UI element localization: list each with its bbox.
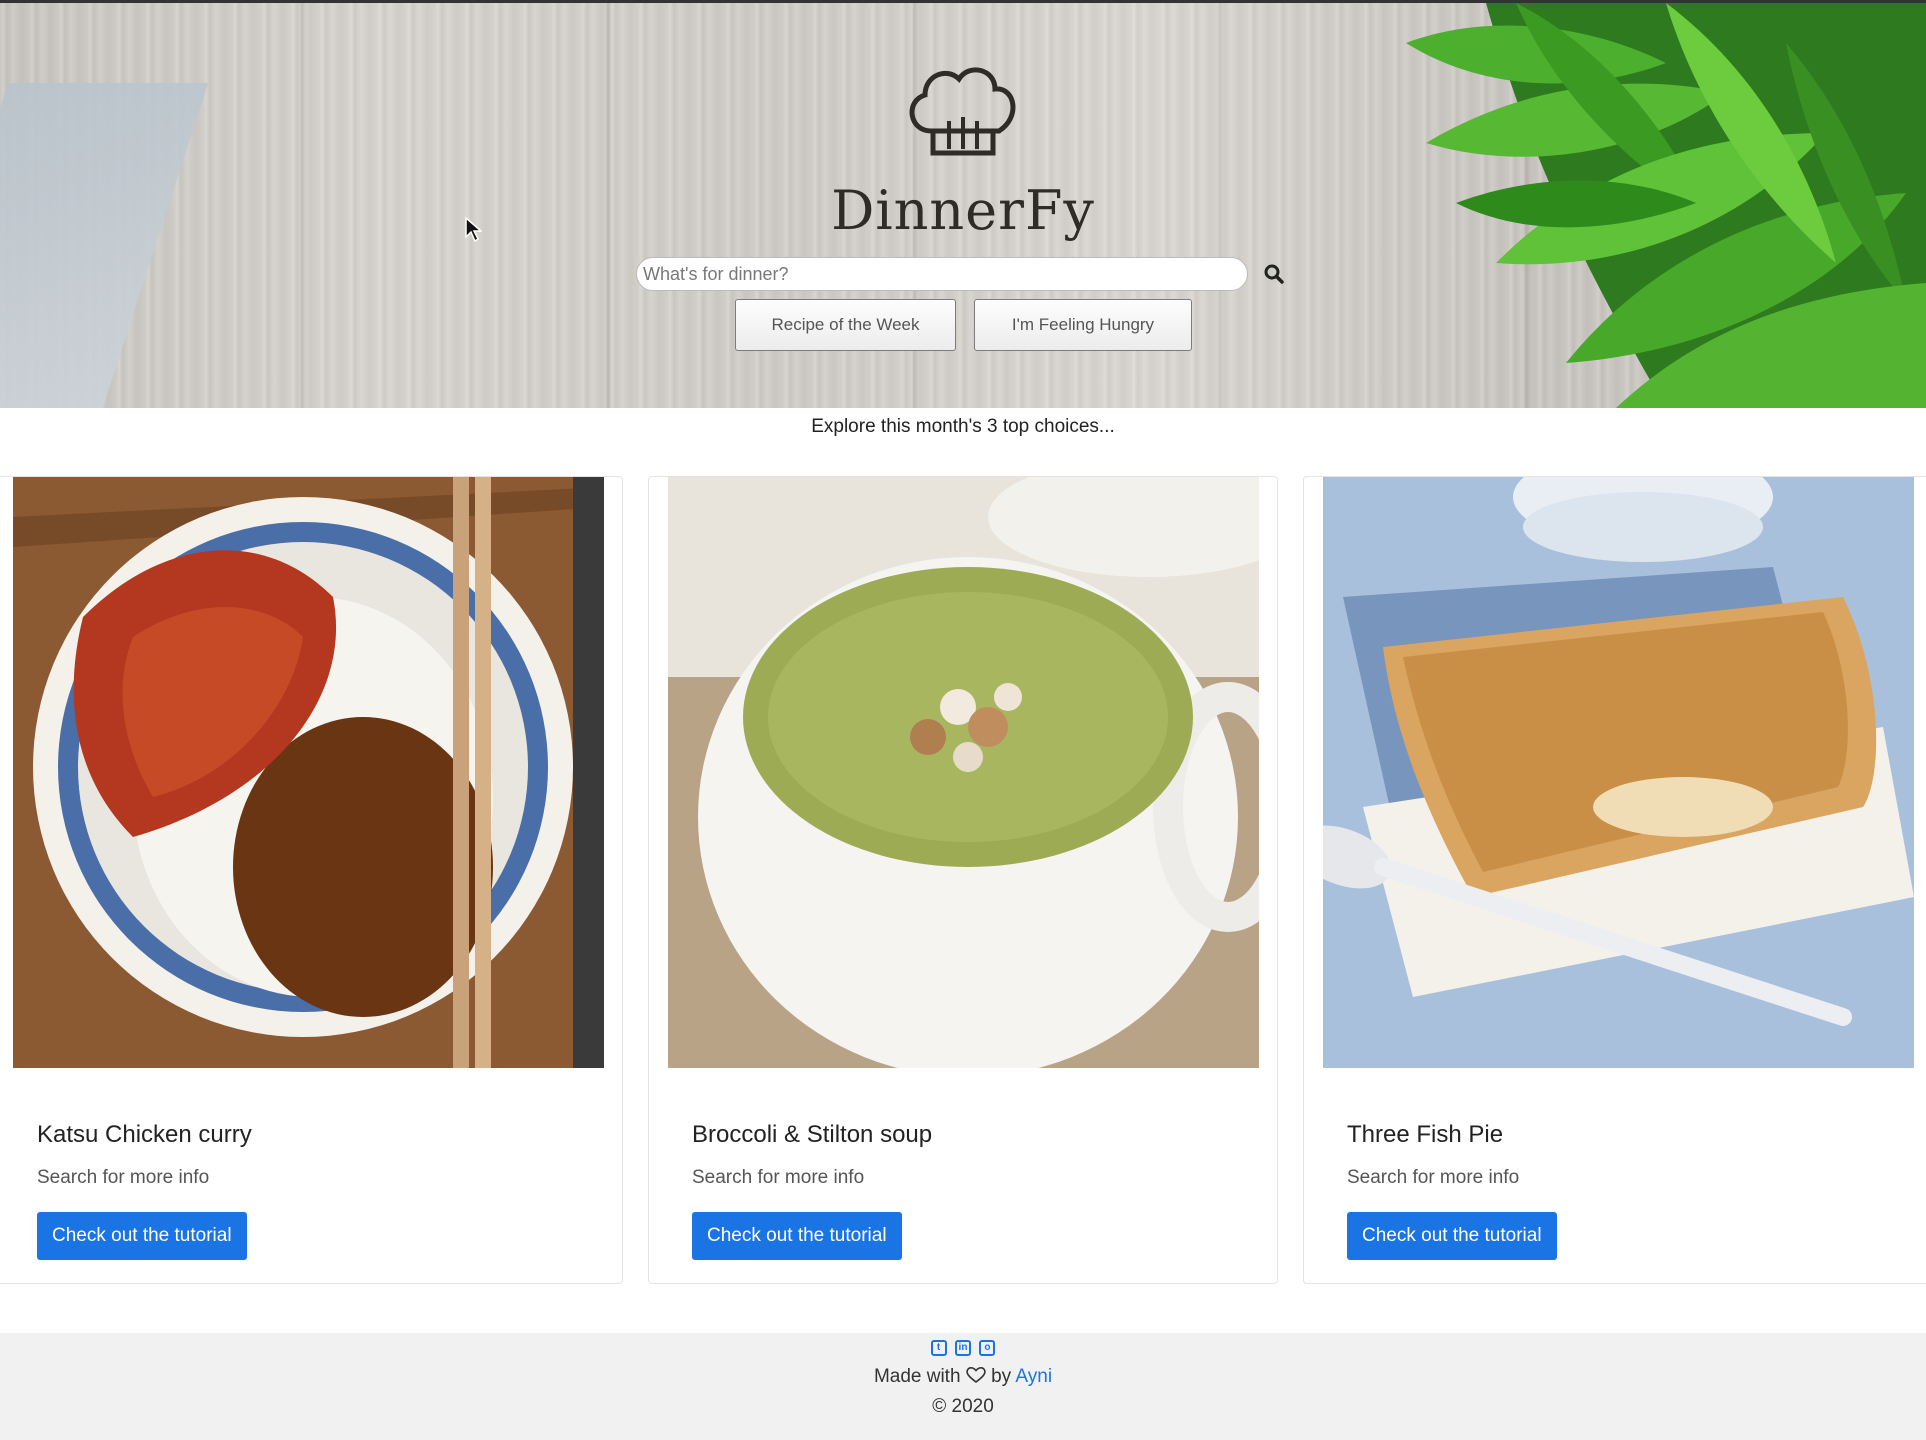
recipe-card: Three Fish Pie Search for more info Chec… — [1303, 476, 1926, 1284]
tutorial-button[interactable]: Check out the tutorial — [692, 1212, 902, 1260]
tutorial-button[interactable]: Check out the tutorial — [37, 1212, 247, 1260]
by-text: by — [991, 1366, 1012, 1387]
card-text: Search for more info — [37, 1167, 210, 1188]
feeling-hungry-button[interactable]: I'm Feeling Hungry — [974, 299, 1192, 351]
hero-banner: DinnerFy Recipe of the Week I'm Feeling … — [0, 0, 1926, 408]
recipe-card: Katsu Chicken curry Search for more info… — [0, 476, 623, 1284]
made-with-line: Made with by Ayni — [0, 1366, 1926, 1388]
fish-pie-image[interactable] — [1323, 477, 1914, 1068]
hero-decoration — [0, 83, 209, 408]
github-icon[interactable]: o — [979, 1339, 996, 1356]
card-title: Broccoli & Stilton soup — [692, 1121, 933, 1148]
brand-title: DinnerFy — [831, 179, 1095, 242]
search-icon[interactable] — [1263, 263, 1285, 285]
heart-icon — [966, 1367, 986, 1384]
card-text: Search for more info — [1347, 1167, 1520, 1188]
search-input[interactable] — [636, 257, 1248, 291]
tutorial-button[interactable]: Check out the tutorial — [1347, 1212, 1557, 1260]
made-with-text: Made with — [873, 1366, 961, 1387]
twitter-icon[interactable]: t — [930, 1339, 947, 1356]
author-link[interactable]: Ayni — [1015, 1366, 1052, 1387]
chef-hat-icon — [909, 67, 1016, 156]
mouse-cursor-icon — [465, 217, 482, 243]
card-title: Three Fish Pie — [1347, 1121, 1504, 1148]
card-title: Katsu Chicken curry — [37, 1121, 252, 1148]
footer: t in o Made with by Ayni © 2020 — [0, 1333, 1926, 1440]
broccoli-soup-image[interactable] — [668, 477, 1259, 1068]
linkedin-icon[interactable]: in — [955, 1339, 971, 1356]
recipe-of-the-week-button[interactable]: Recipe of the Week — [735, 299, 956, 351]
card-text: Search for more info — [692, 1167, 865, 1188]
social-links: t in o — [0, 1339, 1926, 1357]
katsu-curry-image[interactable] — [13, 477, 604, 1068]
copyright: © 2020 — [932, 1396, 994, 1417]
recipe-card: Broccoli & Stilton soup Search for more … — [648, 476, 1278, 1284]
tagline: Explore this month's 3 top choices... — [811, 416, 1115, 437]
